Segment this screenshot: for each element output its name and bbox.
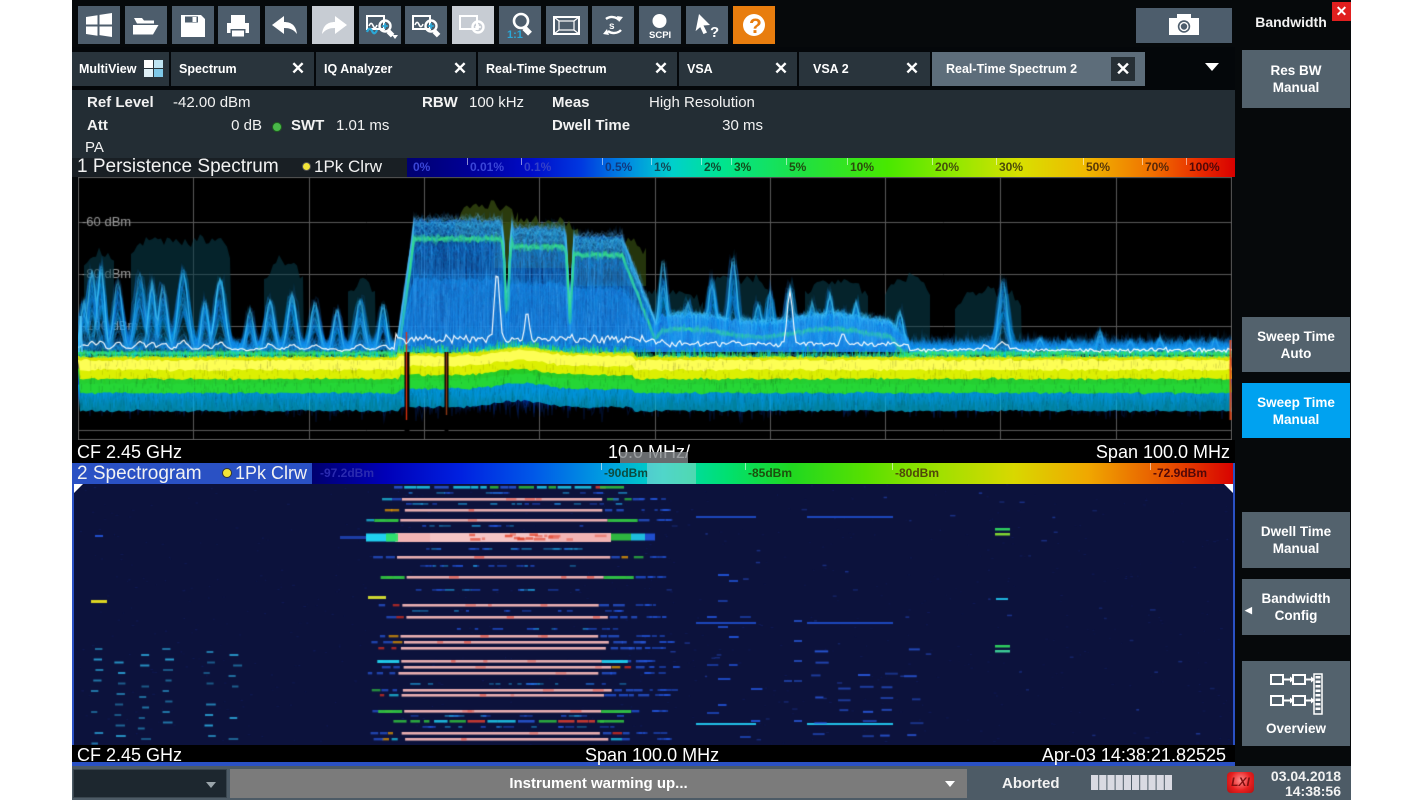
svg-text:s: s [609,21,615,32]
svg-text:SCPI: SCPI [649,30,671,41]
svg-text:?: ? [710,24,719,41]
svg-text:1:1: 1:1 [507,29,523,41]
svg-text:?: ? [749,15,762,38]
